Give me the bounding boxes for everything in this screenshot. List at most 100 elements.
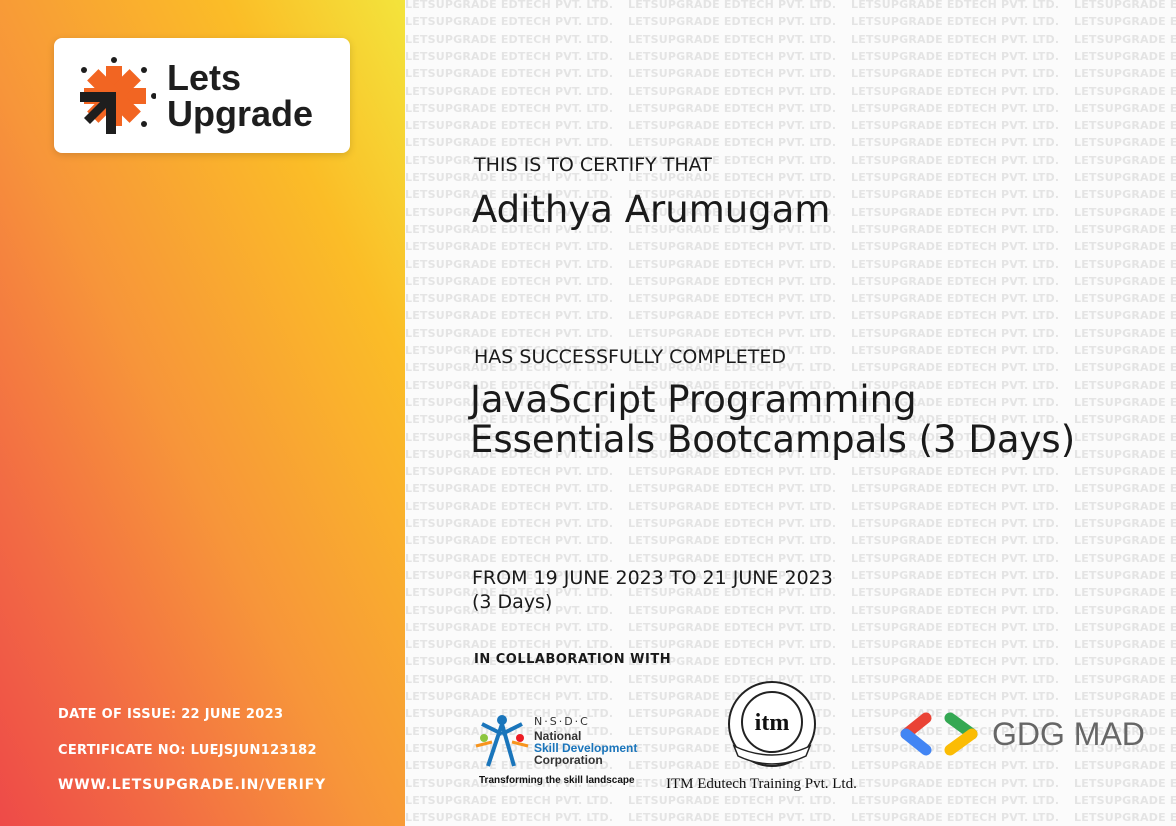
watermark-row: LETSUPGRADE EDTECH PVT. LTD. LETSUPGRADE … xyxy=(405,621,1176,634)
watermark-text: LETSUPGRADE EDTECH PVT. LTD. xyxy=(628,84,837,98)
watermark-text: LETSUPGRADE EDTECH PVT. LTD. xyxy=(851,67,1060,81)
watermark-text: LETSUPGRADE EDTECH PVT. LTD. xyxy=(851,638,1060,652)
watermark-text: LETSUPGRADE EDTECH PVT. LTD. xyxy=(405,517,614,530)
watermark-text: LETSUPGRADE EDTECH PVT. LTD. xyxy=(628,101,837,115)
watermark-text: LETSUPGRADE EDTECH PVT. LTD. xyxy=(851,603,1060,617)
watermark-text: LETSUPGRADE EDTECH PVT. LTD. xyxy=(1074,378,1176,392)
watermark-text: LETSUPGRADE EDTECH PVT. LTD. xyxy=(851,84,1060,98)
watermark-row: LETSUPGRADE EDTECH PVT. LTD. LETSUPGRADE … xyxy=(405,327,1176,340)
watermark-row: LETSUPGRADE EDTECH PVT. LTD. LETSUPGRADE … xyxy=(405,0,1176,11)
date-of-issue: DATE OF ISSUE: 22 JUNE 2023 xyxy=(58,707,284,722)
watermark-text: LETSUPGRADE EDTECH PVT. LTD. xyxy=(1074,811,1176,825)
watermark-text: LETSUPGRADE EDTECH PVT. LTD. xyxy=(851,171,1060,184)
watermark-text: LETSUPGRADE EDTECH PVT. LTD. xyxy=(628,638,837,652)
nsdc-figure-icon xyxy=(475,715,529,767)
watermark-text: LETSUPGRADE EDTECH PVT. LTD. xyxy=(1074,119,1176,133)
watermark-text: LETSUPGRADE EDTECH PVT. LTD. xyxy=(628,274,837,288)
watermark-text: LETSUPGRADE EDTECH PVT. LTD. xyxy=(1074,84,1176,98)
watermark-row: LETSUPGRADE EDTECH PVT. LTD. LETSUPGRADE … xyxy=(405,811,1176,824)
watermark-text: LETSUPGRADE EDTECH PVT. LTD. xyxy=(405,672,614,686)
watermark-row: LETSUPGRADE EDTECH PVT. LTD. LETSUPGRADE … xyxy=(405,33,1176,46)
watermark-text: LETSUPGRADE EDTECH PVT. LTD. xyxy=(628,517,837,530)
watermark-text: LETSUPGRADE EDTECH PVT. LTD. xyxy=(851,482,1060,496)
watermark-text: LETSUPGRADE EDTECH PVT. LTD. xyxy=(1074,257,1176,271)
watermark-text: LETSUPGRADE EDTECH PVT. LTD. xyxy=(1074,568,1176,582)
watermark-row: LETSUPGRADE EDTECH PVT. LTD. LETSUPGRADE … xyxy=(405,517,1176,530)
watermark-text: LETSUPGRADE EDTECH PVT. LTD. xyxy=(851,32,1060,46)
watermark-text: LETSUPGRADE EDTECH PVT. LTD. xyxy=(1074,0,1176,11)
watermark-text: LETSUPGRADE EDTECH PVT. LTD. xyxy=(1074,49,1176,63)
watermark-text: LETSUPGRADE EDTECH PVT. LTD. xyxy=(851,309,1060,323)
watermark-text: LETSUPGRADE EDTECH PVT. LTD. xyxy=(851,274,1060,288)
logo-text: Lets Upgrade xyxy=(167,60,313,132)
watermark-text: LETSUPGRADE EDTECH PVT. LTD. xyxy=(851,811,1060,825)
recipient-name: Adithya Arumugam xyxy=(472,188,831,231)
watermark-text: LETSUPGRADE EDTECH PVT. LTD. xyxy=(1074,672,1176,686)
watermark-text: LETSUPGRADE EDTECH PVT. LTD. xyxy=(851,49,1060,63)
watermark-text: LETSUPGRADE EDTECH PVT. LTD. xyxy=(1074,32,1176,46)
watermark-row: LETSUPGRADE EDTECH PVT. LTD. LETSUPGRADE … xyxy=(405,136,1176,149)
watermark-text: LETSUPGRADE EDTECH PVT. LTD. xyxy=(628,309,837,323)
watermark-text: LETSUPGRADE EDTECH PVT. LTD. xyxy=(405,793,614,807)
watermark-text: LETSUPGRADE EDTECH PVT. LTD. xyxy=(405,274,614,288)
watermark-text: LETSUPGRADE EDTECH PVT. LTD. xyxy=(405,119,614,133)
watermark-row: LETSUPGRADE EDTECH PVT. LTD. LETSUPGRADE … xyxy=(405,465,1176,478)
watermark-text: LETSUPGRADE EDTECH PVT. LTD. xyxy=(405,257,614,271)
watermark-text: LETSUPGRADE EDTECH PVT. LTD. xyxy=(851,690,1060,703)
watermark-text: LETSUPGRADE EDTECH PVT. LTD. xyxy=(628,326,837,340)
nsdc-tagline: Transforming the skill landscape xyxy=(479,775,635,786)
verify-url[interactable]: WWW.LETSUPGRADE.IN/VERIFY xyxy=(58,777,326,793)
itm-name: ITM Edutech Training Pvt. Ltd. xyxy=(666,776,857,792)
nsdc-logo: N·S·D·C National Skill Development Corpo… xyxy=(474,712,654,792)
watermark-text: LETSUPGRADE EDTECH PVT. LTD. xyxy=(1074,309,1176,323)
watermark-text: LETSUPGRADE EDTECH PVT. LTD. xyxy=(405,309,614,323)
logo-line-2: Upgrade xyxy=(167,93,314,134)
watermark-text: LETSUPGRADE EDTECH PVT. LTD. xyxy=(628,49,837,63)
watermark-text: LETSUPGRADE EDTECH PVT. LTD. xyxy=(405,638,614,652)
watermark-text: LETSUPGRADE EDTECH PVT. LTD. xyxy=(405,240,614,254)
watermark-text: LETSUPGRADE EDTECH PVT. LTD. xyxy=(628,119,837,133)
logo-line-1: Lets xyxy=(167,57,242,98)
gdg-text: GDG MAD xyxy=(992,716,1145,752)
watermark-text: LETSUPGRADE EDTECH PVT. LTD. xyxy=(851,292,1060,306)
watermark-text: LETSUPGRADE EDTECH PVT. LTD. xyxy=(1074,430,1176,444)
watermark-text: LETSUPGRADE EDTECH PVT. LTD. xyxy=(1074,153,1176,167)
watermark-text: LETSUPGRADE EDTECH PVT. LTD. xyxy=(405,534,614,548)
watermark-text: LETSUPGRADE EDTECH PVT. LTD. xyxy=(628,499,837,513)
watermark-text: LETSUPGRADE EDTECH PVT. LTD. xyxy=(1074,344,1176,357)
watermark-text: LETSUPGRADE EDTECH PVT. LTD. xyxy=(1074,517,1176,530)
watermark-text: LETSUPGRADE EDTECH PVT. LTD. xyxy=(1074,326,1176,340)
watermark-text: LETSUPGRADE EDTECH PVT. LTD. xyxy=(405,0,614,11)
watermark-row: LETSUPGRADE EDTECH PVT. LTD. LETSUPGRADE … xyxy=(405,552,1176,565)
watermark-text: LETSUPGRADE EDTECH PVT. LTD. xyxy=(628,620,837,634)
letsupgrade-logo: Lets Upgrade xyxy=(54,38,350,153)
watermark-text: LETSUPGRADE EDTECH PVT. LTD. xyxy=(851,672,1060,686)
gdg-brackets-icon xyxy=(900,712,978,756)
certify-intro: THIS IS TO CERTIFY THAT xyxy=(474,154,712,176)
watermark-text: LETSUPGRADE EDTECH PVT. LTD. xyxy=(628,465,837,479)
watermark-text: LETSUPGRADE EDTECH PVT. LTD. xyxy=(1074,205,1176,219)
watermark-text: LETSUPGRADE EDTECH PVT. LTD. xyxy=(1074,361,1176,375)
watermark-text: LETSUPGRADE EDTECH PVT. LTD. xyxy=(851,568,1060,582)
watermark-text: LETSUPGRADE EDTECH PVT. LTD. xyxy=(628,136,837,150)
watermark-text: LETSUPGRADE EDTECH PVT. LTD. xyxy=(405,690,614,703)
watermark-text: LETSUPGRADE EDTECH PVT. LTD. xyxy=(628,551,837,565)
watermark-text: LETSUPGRADE EDTECH PVT. LTD. xyxy=(851,222,1060,236)
watermark-text: LETSUPGRADE EDTECH PVT. LTD. xyxy=(405,811,614,825)
watermark-text: LETSUPGRADE EDTECH PVT. LTD. xyxy=(405,499,614,513)
watermark-row: LETSUPGRADE EDTECH PVT. LTD. LETSUPGRADE … xyxy=(405,50,1176,63)
watermark-text: LETSUPGRADE EDTECH PVT. LTD. xyxy=(851,759,1060,773)
watermark-row: LETSUPGRADE EDTECH PVT. LTD. LETSUPGRADE … xyxy=(405,638,1176,651)
watermark-text: LETSUPGRADE EDTECH PVT. LTD. xyxy=(851,136,1060,150)
watermark-text: LETSUPGRADE EDTECH PVT. LTD. xyxy=(628,32,837,46)
watermark-text: LETSUPGRADE EDTECH PVT. LTD. xyxy=(405,101,614,115)
watermark-row: LETSUPGRADE EDTECH PVT. LTD. LETSUPGRADE … xyxy=(405,482,1176,495)
watermark-row: LETSUPGRADE EDTECH PVT. LTD. LETSUPGRADE … xyxy=(405,102,1176,115)
watermark-text: LETSUPGRADE EDTECH PVT. LTD. xyxy=(1074,136,1176,150)
watermark-text: LETSUPGRADE EDTECH PVT. LTD. xyxy=(1074,551,1176,565)
watermark-text: LETSUPGRADE EDTECH PVT. LTD. xyxy=(851,361,1060,375)
watermark-text: LETSUPGRADE EDTECH PVT. LTD. xyxy=(628,0,837,11)
watermark-row: LETSUPGRADE EDTECH PVT. LTD. LETSUPGRADE … xyxy=(405,500,1176,513)
watermark-text: LETSUPGRADE EDTECH PVT. LTD. xyxy=(1074,171,1176,184)
watermark-text: LETSUPGRADE EDTECH PVT. LTD. xyxy=(851,344,1060,357)
